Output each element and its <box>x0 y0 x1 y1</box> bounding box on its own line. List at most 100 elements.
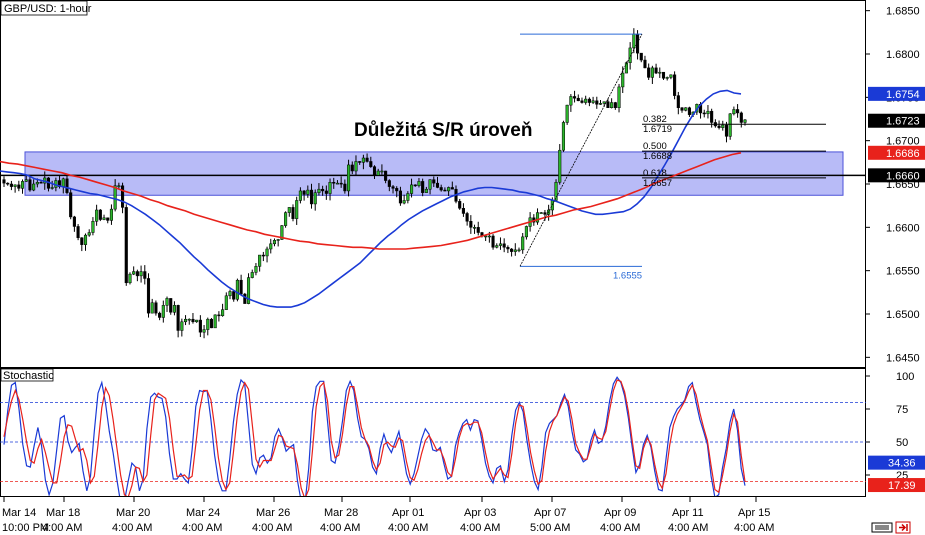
candle-body <box>391 186 395 189</box>
time-tick-date: Mar 24 <box>186 507 220 519</box>
candle-body <box>83 234 88 245</box>
time-tick-date: Apr 03 <box>464 507 496 519</box>
price-tick-label: 1.6800 <box>886 49 920 61</box>
time-tick-date: Apr 09 <box>604 507 636 519</box>
candle-body <box>146 278 151 314</box>
candle-body <box>350 164 354 172</box>
candle-body <box>76 226 80 238</box>
candle-body <box>684 107 688 111</box>
candle-body <box>113 185 117 210</box>
candle-body <box>158 312 162 318</box>
price-tag-label: 1.6686 <box>886 148 920 160</box>
price-tick-label: 1.6500 <box>886 309 920 321</box>
price-tag-label: 1.6723 <box>886 116 920 128</box>
candle-body <box>332 182 336 184</box>
candle-body <box>324 190 328 194</box>
time-tick-time: 4:00 AM <box>182 522 222 534</box>
candle-body <box>421 181 425 193</box>
time-axis: Mar 1410:00 PMMar 184:00 AMMar 204:00 AM… <box>2 497 774 534</box>
candle-body <box>502 243 506 248</box>
candle-body <box>687 107 691 115</box>
candle-body <box>295 200 299 219</box>
candle-body <box>443 189 447 192</box>
candle-body <box>369 161 373 167</box>
candle-body <box>187 318 191 321</box>
candle-body <box>20 181 25 189</box>
candle-body <box>321 188 325 192</box>
candle-body <box>432 179 436 184</box>
candle-body <box>109 208 113 221</box>
candle-body <box>561 122 566 151</box>
candle-body <box>710 110 714 123</box>
candle-body <box>661 71 666 79</box>
candle-body <box>232 291 236 300</box>
time-tick-date: Apr 07 <box>534 507 566 519</box>
candle-body <box>50 187 54 189</box>
candle-body <box>13 184 17 187</box>
candle-body <box>406 193 410 201</box>
go-to-end-icon[interactable] <box>895 521 911 534</box>
time-tick-time: 4:00 AM <box>112 522 152 534</box>
time-tick-time: 4:00 AM <box>42 522 82 534</box>
candle-body <box>154 302 158 314</box>
time-tick-time: 4:00 AM <box>600 522 640 534</box>
candle-body <box>213 314 217 329</box>
candle-body <box>139 271 143 277</box>
candle-body <box>510 248 514 252</box>
candle-body <box>673 74 677 96</box>
price-tick-label: 1.6450 <box>886 352 920 364</box>
candle-body <box>302 190 306 195</box>
candle-body <box>554 182 558 201</box>
candle-body <box>569 96 573 106</box>
candle-body <box>484 235 488 238</box>
candle-body <box>717 125 721 128</box>
candle-body <box>143 271 147 279</box>
candle-body <box>272 240 277 245</box>
time-tick-date: Apr 15 <box>738 507 770 519</box>
candle-body <box>135 271 139 277</box>
scroll-icon[interactable] <box>871 522 893 533</box>
candle-body <box>450 187 454 190</box>
candle-body <box>743 119 747 123</box>
candle-body <box>565 104 569 123</box>
candle-body <box>191 318 195 323</box>
candle-body <box>458 201 462 209</box>
candle-body <box>239 279 243 295</box>
candle-body <box>265 248 269 257</box>
candle-body <box>576 97 580 102</box>
candle-body <box>6 182 10 185</box>
candle-body <box>313 192 317 205</box>
time-tick-time: 4:00 AM <box>668 522 708 534</box>
candle-body <box>558 149 562 183</box>
candle-body <box>632 33 636 49</box>
time-tick-time: 4:00 AM <box>252 522 292 534</box>
candle-body <box>35 182 39 185</box>
sr-annotation: Důležitá S/R úroveň <box>354 120 532 141</box>
stochastic-k-line <box>3 376 746 496</box>
candle-body <box>128 273 132 284</box>
candle-body <box>398 190 402 204</box>
candle-body <box>610 102 614 108</box>
candle-body <box>343 183 347 192</box>
candle-body <box>87 232 91 236</box>
candle-body <box>328 182 332 194</box>
candle-body <box>372 166 377 176</box>
candle-body <box>284 212 288 226</box>
candle-body <box>224 295 228 310</box>
candle-body <box>61 178 65 187</box>
candle-body <box>106 217 110 221</box>
candle-body <box>176 305 180 331</box>
time-tick-time: 4:00 AM <box>460 522 500 534</box>
candle-body <box>506 247 510 250</box>
candle-body <box>243 293 247 304</box>
candle-body <box>17 184 21 189</box>
candle-body <box>102 217 106 220</box>
candle-body <box>169 298 173 313</box>
candle-body <box>161 305 165 318</box>
candle-body <box>573 96 577 99</box>
candle-body <box>428 179 432 190</box>
candle-body <box>598 103 603 105</box>
time-tick-date: Mar 28 <box>324 507 358 519</box>
candle-body <box>361 157 365 163</box>
candle-body <box>521 236 525 251</box>
